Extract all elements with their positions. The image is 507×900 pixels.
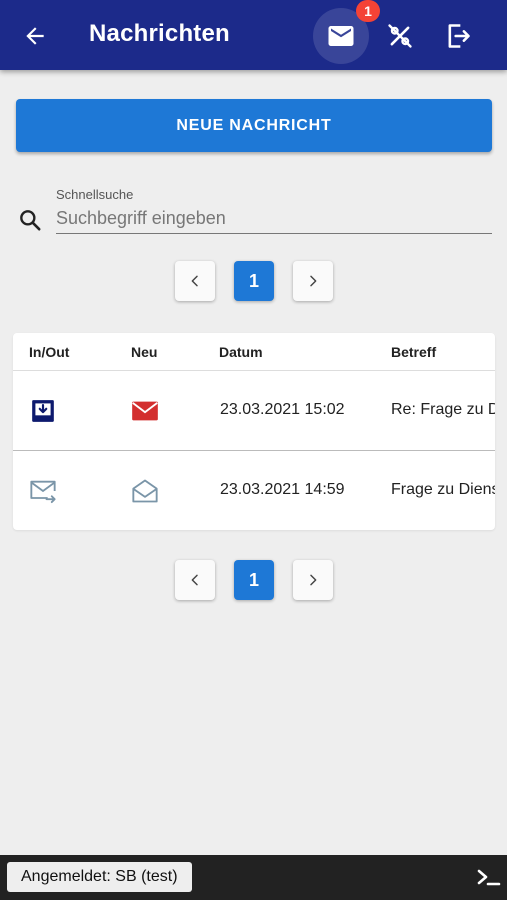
search-input[interactable]: [56, 204, 492, 234]
page-title: Nachrichten: [89, 20, 230, 47]
prev-page-button[interactable]: [175, 261, 215, 301]
discount-button[interactable]: [383, 19, 417, 53]
next-page-button[interactable]: [293, 261, 333, 301]
login-status: Angemeldet: SB (test): [7, 862, 192, 892]
table-row[interactable]: 23.03.2021 15:02 Re: Frage zu Dienstleis…: [13, 372, 495, 451]
table-header: In/Out Neu Datum Betreff: [13, 333, 495, 371]
table-row[interactable]: 23.03.2021 14:59 Frage zu Dienstleistung: [13, 452, 495, 530]
chevron-left-icon: [191, 275, 198, 287]
mail-outgoing-icon: [30, 480, 56, 504]
page-button-current[interactable]: 1: [234, 560, 274, 600]
chevron-right-icon: [310, 574, 317, 586]
message-subject: Frage zu Dienstleistung: [391, 481, 495, 498]
prev-page-button[interactable]: [175, 560, 215, 600]
next-page-button[interactable]: [293, 560, 333, 600]
chevron-left-icon: [191, 574, 198, 586]
app-bar: Nachrichten 1: [0, 0, 507, 70]
inbox-incoming-icon: [32, 400, 54, 422]
pagination-top: 1: [175, 261, 333, 303]
column-header-inout[interactable]: In/Out: [29, 344, 69, 360]
search-label: Schnellsuche: [56, 187, 134, 202]
logout-button[interactable]: [441, 19, 475, 53]
back-button[interactable]: [18, 19, 52, 53]
new-message-button[interactable]: NEUE NACHRICHT: [16, 99, 492, 152]
chevron-right-icon: [310, 275, 317, 287]
unread-badge: 1: [356, 0, 380, 22]
mail-unread-icon: [132, 401, 158, 421]
pagination-bottom: 1: [175, 560, 333, 602]
percent-slash-icon: [388, 24, 412, 48]
status-bar: Angemeldet: SB (test): [0, 855, 507, 900]
message-date: 23.03.2021 15:02: [220, 401, 345, 418]
column-header-subject[interactable]: Betreff: [391, 344, 436, 360]
messages-table: In/Out Neu Datum Betreff 23.03.2021 15:0…: [13, 333, 495, 530]
logout-icon: [448, 24, 470, 48]
column-header-new[interactable]: Neu: [131, 344, 157, 360]
message-subject: Re: Frage zu Dienstleistung: [391, 401, 495, 418]
page-button-current[interactable]: 1: [234, 261, 274, 301]
mail-icon: [328, 26, 354, 46]
mail-open-icon: [132, 479, 158, 503]
column-header-date[interactable]: Datum: [219, 344, 263, 360]
message-date: 23.03.2021 14:59: [220, 481, 345, 498]
search-icon: [20, 210, 41, 231]
arrow-back-icon: [26, 27, 44, 45]
terminal-icon[interactable]: [476, 867, 502, 889]
